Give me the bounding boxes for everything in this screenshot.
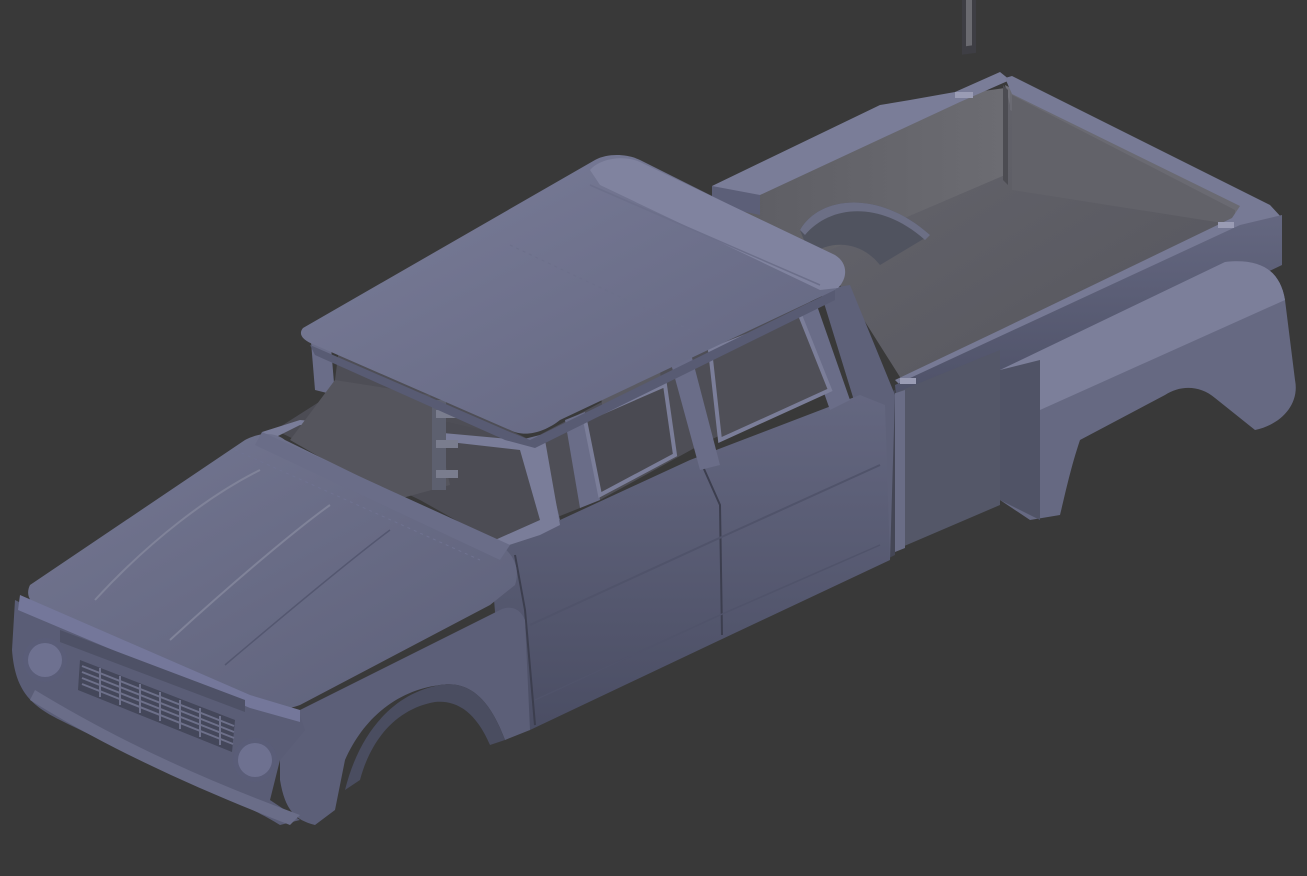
right-headlight-icon <box>233 738 277 782</box>
door-hinge-icon <box>436 470 458 478</box>
3d-viewport[interactable] <box>0 0 1307 876</box>
tie-down-icon <box>955 92 973 98</box>
left-headlight-icon <box>23 638 67 682</box>
truck-model-render <box>12 0 1296 825</box>
door-hinge-icon <box>436 440 458 448</box>
tie-down-icon <box>1218 222 1234 228</box>
tie-down-icon <box>900 378 916 384</box>
